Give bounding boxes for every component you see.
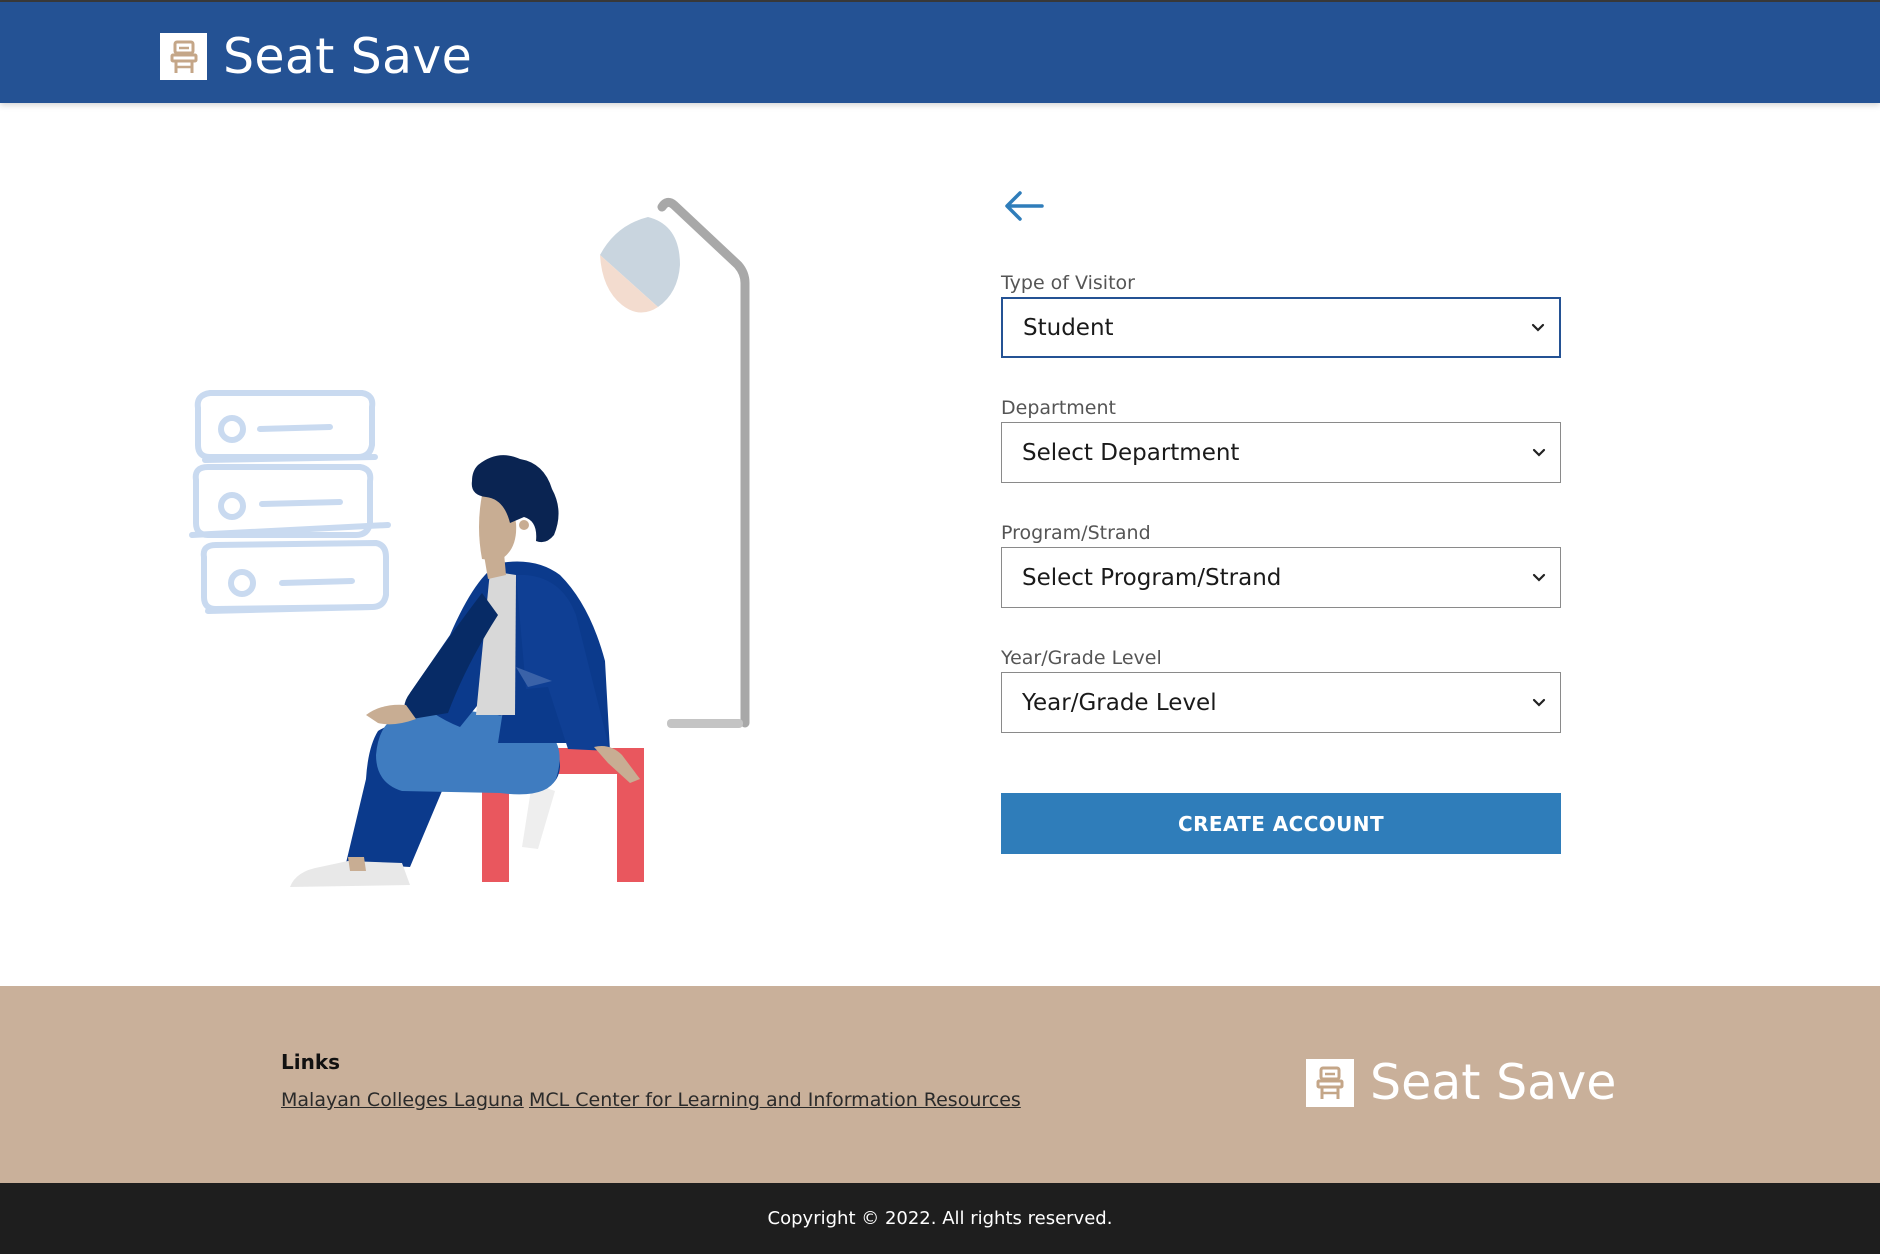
- person-illustration: [290, 455, 640, 887]
- back-button[interactable]: [1000, 186, 1050, 226]
- department-select[interactable]: Select Department: [1001, 422, 1561, 483]
- chevron-down-icon: [1532, 448, 1546, 457]
- site-header: Seat Save: [0, 2, 1880, 103]
- document-stack-illustration: [189, 390, 391, 614]
- floor-lamp-illustration: [600, 197, 750, 728]
- brand[interactable]: Seat Save: [160, 28, 472, 85]
- brand-name: Seat Save: [223, 28, 473, 85]
- copyright-text: Copyright © 2022. All rights reserved.: [767, 1208, 1113, 1229]
- links-heading: Links: [281, 1050, 341, 1074]
- department-label: Department: [1001, 397, 1116, 419]
- chevron-down-icon: [1532, 698, 1546, 707]
- department-value: Select Department: [1022, 439, 1240, 466]
- chair-icon: [1306, 1058, 1354, 1107]
- program-strand-select[interactable]: Select Program/Strand: [1001, 547, 1561, 608]
- footer-brand-name: Seat Save: [1370, 1054, 1617, 1111]
- chevron-down-icon: [1532, 573, 1546, 582]
- link-malayan-colleges-laguna[interactable]: Malayan Colleges Laguna: [281, 1089, 524, 1111]
- visitor-type-select[interactable]: Student: [1001, 297, 1561, 358]
- footer-brand: Seat Save: [1306, 1054, 1616, 1111]
- year-grade-value: Year/Grade Level: [1022, 689, 1217, 716]
- year-grade-select[interactable]: Year/Grade Level: [1001, 672, 1561, 733]
- chevron-down-icon: [1531, 323, 1545, 332]
- year-grade-label: Year/Grade Level: [1001, 647, 1162, 669]
- arrow-left-icon: [1005, 191, 1044, 221]
- program-strand-label: Program/Strand: [1001, 522, 1151, 544]
- sitting-person-illustration: [180, 195, 880, 920]
- create-account-button[interactable]: CREATE ACCOUNT: [1001, 793, 1561, 854]
- visitor-type-value: Student: [1023, 314, 1114, 341]
- visitor-type-label: Type of Visitor: [1001, 272, 1135, 294]
- link-mcl-center-learning[interactable]: MCL Center for Learning and Information …: [529, 1089, 1021, 1111]
- copyright-bar: Copyright © 2022. All rights reserved.: [0, 1183, 1880, 1254]
- program-strand-value: Select Program/Strand: [1022, 564, 1282, 591]
- site-footer: Links Malayan Colleges Laguna MCL Center…: [0, 986, 1880, 1183]
- chair-icon: [160, 33, 207, 80]
